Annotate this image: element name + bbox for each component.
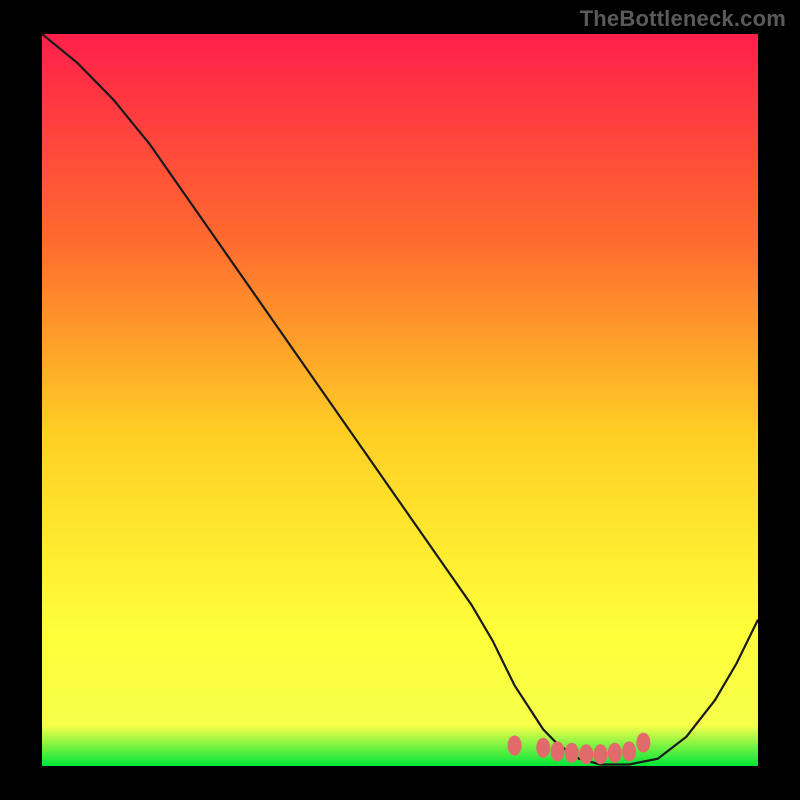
- chart-marker: [608, 743, 622, 763]
- chart-marker: [565, 743, 579, 763]
- chart-marker: [579, 744, 593, 764]
- chart-marker: [536, 738, 550, 758]
- chart-marker: [594, 744, 608, 764]
- attribution-label: TheBottleneck.com: [580, 6, 786, 32]
- chart-marker: [636, 733, 650, 753]
- chart-marker: [622, 741, 636, 761]
- chart-marker: [508, 736, 522, 756]
- chart-frame: TheBottleneck.com: [0, 0, 800, 800]
- chart-svg: [42, 34, 758, 766]
- chart-marker: [551, 741, 565, 761]
- chart-plot-area: [42, 34, 758, 766]
